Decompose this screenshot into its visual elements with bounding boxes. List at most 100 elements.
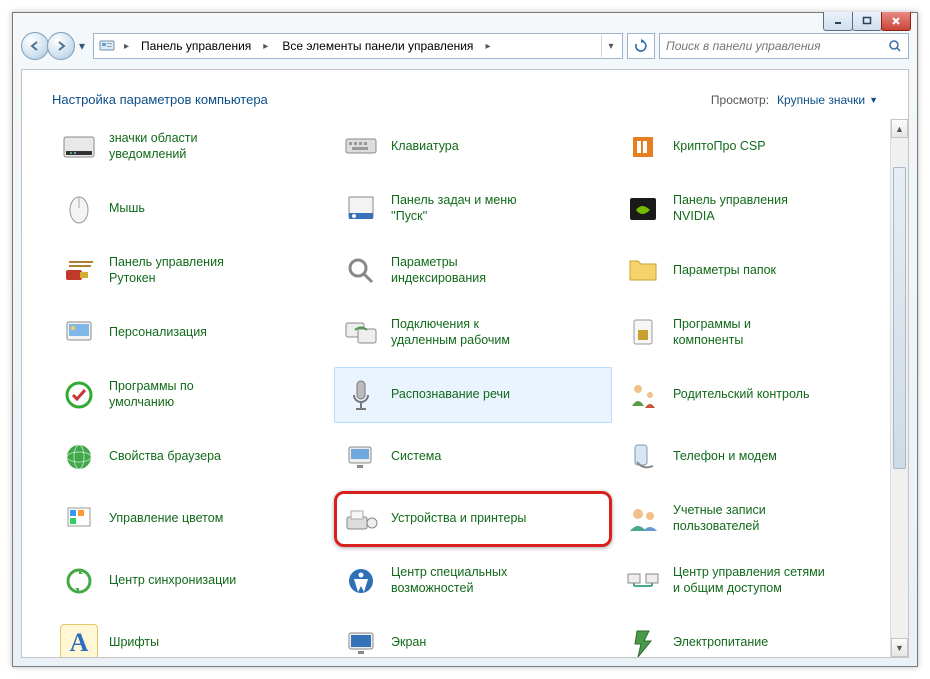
fonts-icon: A bbox=[59, 623, 99, 657]
item-label: Мышь bbox=[109, 201, 145, 217]
rutoken-icon bbox=[59, 251, 99, 291]
control-panel-item[interactable]: Распознавание речи bbox=[334, 367, 612, 423]
search-box[interactable] bbox=[659, 33, 909, 59]
nav-back-button[interactable] bbox=[21, 32, 49, 60]
remote-icon bbox=[341, 313, 381, 353]
control-panel-item[interactable]: значки области уведомлений bbox=[52, 119, 330, 175]
control-panel-item[interactable]: Программы и компоненты bbox=[616, 305, 894, 361]
keyboard-icon bbox=[341, 127, 381, 167]
scroll-down-button[interactable]: ▼ bbox=[891, 638, 908, 657]
control-panel-item[interactable]: A Шрифты bbox=[52, 615, 330, 657]
item-label: Программы по умолчанию bbox=[109, 379, 194, 410]
phone-icon bbox=[623, 437, 663, 477]
control-panel-item[interactable]: Родительский контроль bbox=[616, 367, 894, 423]
item-label: значки области уведомлений bbox=[109, 131, 198, 162]
page-title: Настройка параметров компьютера bbox=[52, 92, 268, 107]
nav-forward-button[interactable] bbox=[47, 32, 75, 60]
devprint-icon bbox=[341, 499, 381, 539]
system-icon bbox=[341, 437, 381, 477]
programs-icon bbox=[623, 313, 663, 353]
view-by-dropdown[interactable]: Крупные значки▼ bbox=[777, 93, 878, 107]
control-panel-item[interactable]: Центр управления сетями и общим доступом bbox=[616, 553, 894, 609]
scroll-up-button[interactable]: ▲ bbox=[891, 119, 908, 138]
item-label: Свойства браузера bbox=[109, 449, 221, 465]
item-label: Электропитание bbox=[673, 635, 768, 651]
search-input[interactable] bbox=[664, 38, 886, 54]
index-icon bbox=[341, 251, 381, 291]
control-panel-item[interactable]: Параметры индексирования bbox=[334, 243, 612, 299]
control-panel-item[interactable]: Телефон и модем bbox=[616, 429, 894, 485]
item-label: Система bbox=[391, 449, 441, 465]
control-panel-item[interactable]: Персонализация bbox=[52, 305, 330, 361]
item-label: Панель управления NVIDIA bbox=[673, 193, 788, 224]
item-label: КриптоПро CSP bbox=[673, 139, 766, 155]
breadcrumb-segment[interactable]: Все элементы панели управления ▸ bbox=[276, 35, 496, 57]
control-panel-item[interactable]: Управление цветом bbox=[52, 491, 330, 547]
control-panel-item[interactable]: Система bbox=[334, 429, 612, 485]
item-label: Экран bbox=[391, 635, 426, 651]
item-label: Параметры индексирования bbox=[391, 255, 486, 286]
nav-history-dropdown[interactable]: ▾ bbox=[75, 33, 89, 59]
item-label: Родительский контроль bbox=[673, 387, 809, 403]
control-panel-item[interactable]: Клавиатура bbox=[334, 119, 612, 175]
item-label: Клавиатура bbox=[391, 139, 459, 155]
breadcrumb-sub: Все элементы панели управления bbox=[276, 39, 479, 53]
item-label: Распознавание речи bbox=[391, 387, 510, 403]
control-panel-item[interactable]: Центр специальных возможностей bbox=[334, 553, 612, 609]
item-label: Управление цветом bbox=[109, 511, 223, 527]
mouse-icon bbox=[59, 189, 99, 229]
users-icon bbox=[623, 499, 663, 539]
scrollbar[interactable]: ▲ ▼ bbox=[890, 119, 908, 657]
address-history-dropdown[interactable]: ▾ bbox=[601, 35, 620, 57]
control-panel-item[interactable]: Параметры папок bbox=[616, 243, 894, 299]
nvidia-icon bbox=[623, 189, 663, 229]
search-icon bbox=[886, 39, 904, 53]
item-label: Подключения к удаленным рабочим bbox=[391, 317, 510, 348]
item-label: Учетные записи пользователей bbox=[673, 503, 766, 534]
control-panel-item[interactable]: Центр синхронизации bbox=[52, 553, 330, 609]
speech-icon bbox=[341, 375, 381, 415]
parental-icon bbox=[623, 375, 663, 415]
control-panel-item[interactable]: Учетные записи пользователей bbox=[616, 491, 894, 547]
control-panel-item[interactable]: Устройства и принтеры bbox=[334, 491, 612, 547]
minimize-button[interactable] bbox=[823, 12, 853, 31]
notify-icon bbox=[59, 127, 99, 167]
control-panel-item[interactable]: Свойства браузера bbox=[52, 429, 330, 485]
scroll-thumb[interactable] bbox=[893, 167, 906, 469]
item-label: Панель задач и меню ''Пуск'' bbox=[391, 193, 517, 224]
item-label: Параметры папок bbox=[673, 263, 776, 279]
control-panel-item[interactable]: Панель задач и меню ''Пуск'' bbox=[334, 181, 612, 237]
browser-icon bbox=[59, 437, 99, 477]
control-panel-item[interactable]: Подключения к удаленным рабочим bbox=[334, 305, 612, 361]
breadcrumb-segment[interactable]: ▸ Панель управления ▸ bbox=[118, 35, 274, 57]
item-label: Центр специальных возможностей bbox=[391, 565, 507, 596]
crypto-icon bbox=[623, 127, 663, 167]
item-label: Шрифты bbox=[109, 635, 159, 651]
item-label: Панель управления Рутокен bbox=[109, 255, 224, 286]
taskbar-icon bbox=[341, 189, 381, 229]
item-label: Телефон и модем bbox=[673, 449, 777, 465]
control-panel-item[interactable]: Экран bbox=[334, 615, 612, 657]
control-panel-item[interactable]: Панель управления Рутокен bbox=[52, 243, 330, 299]
item-label: Центр синхронизации bbox=[109, 573, 236, 589]
control-panel-item[interactable]: КриптоПро CSP bbox=[616, 119, 894, 175]
item-label: Программы и компоненты bbox=[673, 317, 751, 348]
item-label: Устройства и принтеры bbox=[391, 511, 526, 527]
access-icon bbox=[341, 561, 381, 601]
folder-icon bbox=[623, 251, 663, 291]
display-icon bbox=[341, 623, 381, 657]
control-panel-item[interactable]: Электропитание bbox=[616, 615, 894, 657]
breadcrumb-root: Панель управления bbox=[135, 39, 257, 53]
item-label: Центр управления сетями и общим доступом bbox=[673, 565, 825, 596]
power-icon bbox=[623, 623, 663, 657]
control-panel-item[interactable]: Мышь bbox=[52, 181, 330, 237]
refresh-button[interactable] bbox=[627, 33, 655, 59]
control-panel-item[interactable]: Программы по умолчанию bbox=[52, 367, 330, 423]
network-icon bbox=[623, 561, 663, 601]
address-bar[interactable]: ▸ Панель управления ▸ Все элементы панел… bbox=[93, 33, 623, 59]
control-panel-item[interactable]: Панель управления NVIDIA bbox=[616, 181, 894, 237]
close-button[interactable] bbox=[881, 12, 911, 31]
view-by-label: Просмотр: bbox=[711, 93, 769, 107]
maximize-button[interactable] bbox=[852, 12, 882, 31]
personal-icon bbox=[59, 313, 99, 353]
